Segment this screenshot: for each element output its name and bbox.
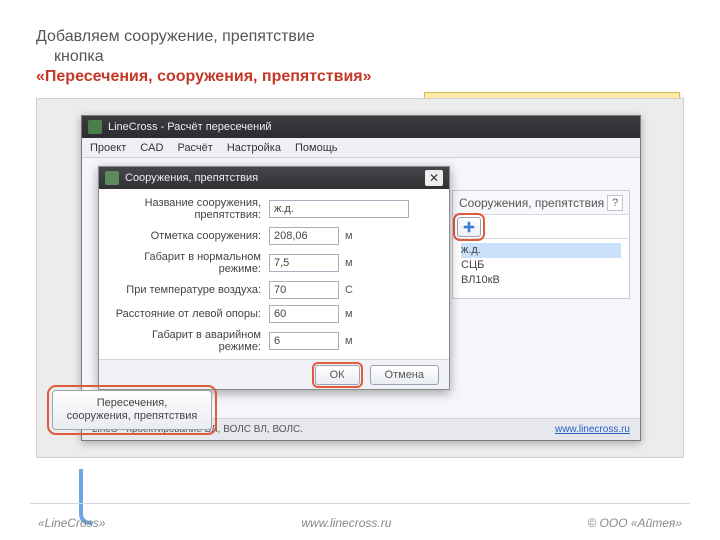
field-label: Отметка сооружения: [109,230,269,242]
help-icon[interactable]: ? [607,195,623,211]
structures-list: ж.д. СЦБ ВЛ10кВ [453,239,629,298]
dialog-title: Сооружения, препятствия [125,172,419,184]
field-label: Габарит в нормальном режиме: [109,251,269,275]
heading-line2: кнопка [54,48,104,66]
clearance-emergency-input[interactable]: 6 [269,332,339,350]
elevation-input[interactable]: 208,06 [269,227,339,245]
structures-panel: Сооружения, препятствия ? ж.д. СЦБ ВЛ10к… [452,190,630,299]
field-label: Расстояние от левой опоры: [109,308,269,320]
list-item[interactable]: СЦБ [461,258,621,273]
cancel-button[interactable]: Отмена [370,365,439,385]
distance-left-input[interactable]: 60 [269,305,339,323]
structure-name-input[interactable]: ж.д. [269,200,409,218]
unit-label: м [339,230,359,242]
air-temp-input[interactable]: 70 [269,281,339,299]
footer-right: © ООО «Айтея» [587,516,682,530]
list-item[interactable]: ж.д. [461,243,621,258]
bottom-button-area: Пересечения, сооружения, препятствия [52,390,212,430]
footer-divider [30,503,690,504]
crossings-structures-button[interactable]: Пересечения, сооружения, препятствия [52,390,212,430]
menu-cad[interactable]: CAD [140,142,163,154]
ok-button[interactable]: ОК [315,365,360,385]
heading-line1: Добавляем сооружение, препятствие [36,28,315,46]
menu-calc[interactable]: Расчёт [177,142,212,154]
app-logo-icon [88,120,102,134]
field-label: Габарит в аварийном режиме: [109,329,269,353]
footer-left: «LineCross» [38,516,105,530]
unit-label: С [339,284,359,296]
structure-dialog: Сооружения, препятствия ✕ Название соору… [98,166,450,390]
heading-line3: «Пересечения, сооружения, препятствия» [36,68,372,86]
unit-label: м [339,308,359,320]
app-titlebar: LineCross - Расчёт пересечений [82,116,640,138]
footer-center: www.linecross.ru [301,516,391,530]
list-item[interactable]: ВЛ10кВ [461,273,621,288]
panel-title: Сооружения, препятствия [459,196,604,210]
unit-label: м [339,257,359,269]
page-footer: «LineCross» www.linecross.ru © ООО «Айте… [0,516,720,530]
unit-label: м [339,335,359,347]
dialog-logo-icon [105,171,119,185]
app-menubar: Проект CAD Расчёт Настройка Помощь [82,138,640,158]
app-workarea: Сооружения, препятствия ? ж.д. СЦБ ВЛ10к… [82,158,640,418]
add-structure-button[interactable] [457,217,481,237]
menu-settings[interactable]: Настройка [227,142,281,154]
menu-help[interactable]: Помощь [295,142,338,154]
app-title: LineCross - Расчёт пересечений [108,121,271,133]
clearance-normal-input[interactable]: 7,5 [269,254,339,272]
menu-project[interactable]: Проект [90,142,126,154]
status-link[interactable]: www.linecross.ru [555,424,630,435]
field-label: При температуре воздуха: [109,284,269,296]
field-label: Название сооружения, препятствия: [109,197,269,221]
close-icon[interactable]: ✕ [425,170,443,186]
